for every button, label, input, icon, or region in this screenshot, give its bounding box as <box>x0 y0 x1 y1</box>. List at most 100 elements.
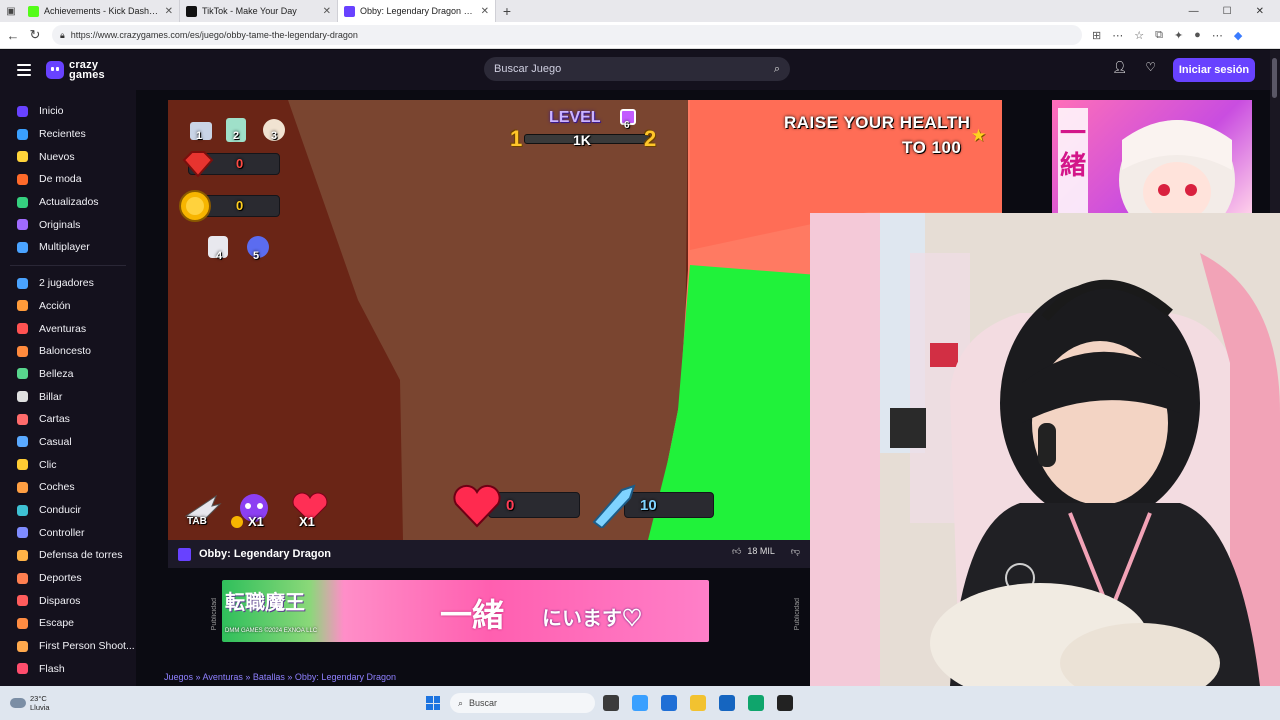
sidebar-item-label: Belleza <box>39 367 74 380</box>
scrollbar-thumb[interactable] <box>1272 58 1277 98</box>
maximize-button[interactable]: ☐ <box>1223 6 1232 17</box>
weather-widget[interactable]: 23°C Lluvia <box>0 694 50 712</box>
profile-icon[interactable]: ● <box>1194 29 1201 42</box>
item-count-3: 3 <box>271 130 278 142</box>
search-input[interactable]: Buscar Juego ⌕ <box>484 57 790 81</box>
tab-key-label: TAB <box>187 516 207 527</box>
sidebar-item-label: Originals <box>39 218 81 231</box>
sidebar-item-originals[interactable]: Originals <box>0 213 136 236</box>
bottom-ad-banner[interactable]: 転職魔王 DMM GAMES ©2024 EXNOA LLC 一緒 にいます♡ <box>222 580 709 642</box>
sidebar-item-deportes[interactable]: Deportes <box>0 567 136 590</box>
crazygames-logo[interactable]: crazy games <box>46 60 105 81</box>
power-value: 10 <box>640 497 657 514</box>
sidebar-item-actualizados[interactable]: Actualizados <box>0 191 136 214</box>
sidebar-item-billar[interactable]: Billar <box>0 385 136 408</box>
item-count-2: 2 <box>233 130 240 142</box>
taskbar-search[interactable]: ⌕ Buscar <box>450 693 595 713</box>
sidebar-item-label: Deportes <box>39 572 82 585</box>
ruby-gem-icon <box>182 151 214 178</box>
copilot-icon[interactable]: ◆ <box>1234 29 1242 42</box>
sidebar-item-baloncesto[interactable]: Baloncesto <box>0 340 136 363</box>
new-tab-button[interactable]: + <box>496 3 518 19</box>
tab-title: Achievements - Kick Dashboard <box>44 6 160 16</box>
task-view-icon[interactable] <box>603 695 619 711</box>
sidebar-item-label: Conducir <box>39 504 82 517</box>
friends-icon[interactable]: 👤︎ <box>1112 60 1127 74</box>
badge-count-2: 5 <box>253 250 260 262</box>
sidebar-item-first-person-shoot[interactable]: First Person Shoot... <box>0 635 136 658</box>
close-window-button[interactable]: ✕ <box>1256 6 1264 17</box>
back-icon[interactable]: ← <box>2 28 24 43</box>
sidebar-item-2-jugadores[interactable]: 2 jugadores <box>0 272 136 295</box>
obs-icon[interactable] <box>777 695 793 711</box>
windows-start-icon[interactable] <box>426 696 440 710</box>
game-info-bar: Obby: Legendary Dragon <box>168 540 810 568</box>
sidebar-item-label: Recientes <box>39 128 86 141</box>
outlook-icon[interactable] <box>719 695 735 711</box>
sidebar-item-inicio[interactable]: Inicio <box>0 100 136 123</box>
favorite-star-icon[interactable]: ☆ <box>1134 29 1144 42</box>
sidebar-item-label: Flash <box>39 662 65 675</box>
sidebar-item-controller[interactable]: Controller <box>0 521 136 544</box>
edge-browser-icon[interactable] <box>748 695 764 711</box>
gems-value: 0 <box>236 156 244 171</box>
level-badge-value: 6 <box>624 120 630 131</box>
sidebar-item-escape[interactable]: Escape <box>0 612 136 635</box>
sidebar-item-label: Clic <box>39 458 57 471</box>
windows-taskbar: 23°C Lluvia ⌕ Buscar <box>0 686 1280 720</box>
coins-value: 0 <box>236 198 244 213</box>
sidebar-item-belleza[interactable]: Belleza <box>0 363 136 386</box>
sidebar-item-flash[interactable]: Flash <box>0 658 136 681</box>
category-icon <box>17 481 28 493</box>
tab-actions-icon[interactable]: ▣ <box>0 6 22 17</box>
menu-icon[interactable]: ⋯ <box>1212 29 1223 42</box>
sidebar-item-recientes[interactable]: Recientes <box>0 123 136 146</box>
sidebar-item-label: Acción <box>39 299 71 312</box>
category-icon <box>17 345 28 357</box>
tab-close-icon[interactable]: ✕ <box>481 6 489 17</box>
tab-obby-active[interactable]: Obby: Legendary Dragon 🐲 Jue ✕ <box>338 0 496 22</box>
sidebar-item-multiplayer[interactable]: Multiplayer <box>0 236 136 259</box>
sidebar-item-disparos[interactable]: Disparos <box>0 589 136 612</box>
copilot-app-icon[interactable] <box>632 695 648 711</box>
login-button[interactable]: Iniciar sesión <box>1173 58 1255 82</box>
hamburger-menu-icon[interactable] <box>17 64 31 76</box>
tab-tiktok[interactable]: TikTok - Make Your Day ✕ <box>180 0 338 22</box>
tab-close-icon[interactable]: ✕ <box>323 6 331 17</box>
reload-icon[interactable]: ↻ <box>24 27 46 43</box>
sidebar-item-clic[interactable]: Clic <box>0 453 136 476</box>
sidebar-item-aventuras[interactable]: Aventuras <box>0 317 136 340</box>
health-heart-icon <box>453 484 501 528</box>
file-explorer-icon[interactable] <box>690 695 706 711</box>
store-icon[interactable] <box>661 695 677 711</box>
sidebar-item-defensa-de-torres[interactable]: Defensa de torres <box>0 544 136 567</box>
category-icon <box>17 663 28 675</box>
sidebar-item-label: Nuevos <box>39 150 75 163</box>
site-info-icon[interactable]: 🔒︎ <box>60 30 65 41</box>
favorites-heart-icon[interactable]: ♡ <box>1145 60 1156 74</box>
game-logo-icon <box>178 547 191 561</box>
tab-close-icon[interactable]: ✕ <box>165 6 173 17</box>
extensions-icon[interactable]: ⧉ <box>1155 29 1163 42</box>
sidebar-item-nuevos[interactable]: Nuevos <box>0 145 136 168</box>
sidebar-item-coches[interactable]: Coches <box>0 476 136 499</box>
search-icon[interactable]: ⌕ <box>774 63 780 76</box>
minimize-button[interactable]: — <box>1189 6 1199 17</box>
tiktok-favicon-icon <box>186 5 197 17</box>
collections-icon[interactable]: ✦ <box>1174 29 1183 42</box>
thumbs-up-icon[interactable]: 👍︎ <box>732 546 741 557</box>
reader-icon[interactable]: ⊞ <box>1092 29 1101 42</box>
side-ad-banner[interactable]: 一 緒 <box>1052 100 1252 214</box>
url-field[interactable]: 🔒︎ https://www.crazygames.com/es/juego/o… <box>52 25 1082 45</box>
category-icon <box>17 105 28 117</box>
sidebar-item-cartas[interactable]: Cartas <box>0 408 136 431</box>
more-icon[interactable]: ⋯ <box>1112 29 1123 42</box>
sidebar-item-de-moda[interactable]: De moda <box>0 168 136 191</box>
sidebar-item-casual[interactable]: Casual <box>0 431 136 454</box>
sidebar-item-acción[interactable]: Acción <box>0 295 136 318</box>
sidebar-item-conducir[interactable]: Conducir <box>0 499 136 522</box>
tab-kick-dashboard[interactable]: Achievements - Kick Dashboard ✕ <box>22 0 180 22</box>
ad-title: 転職魔王 <box>225 592 305 614</box>
thumbs-down-icon[interactable]: 👎︎ <box>791 546 800 557</box>
breadcrumb[interactable]: Juegos » Aventuras » Batallas » Obby: Le… <box>164 672 396 682</box>
